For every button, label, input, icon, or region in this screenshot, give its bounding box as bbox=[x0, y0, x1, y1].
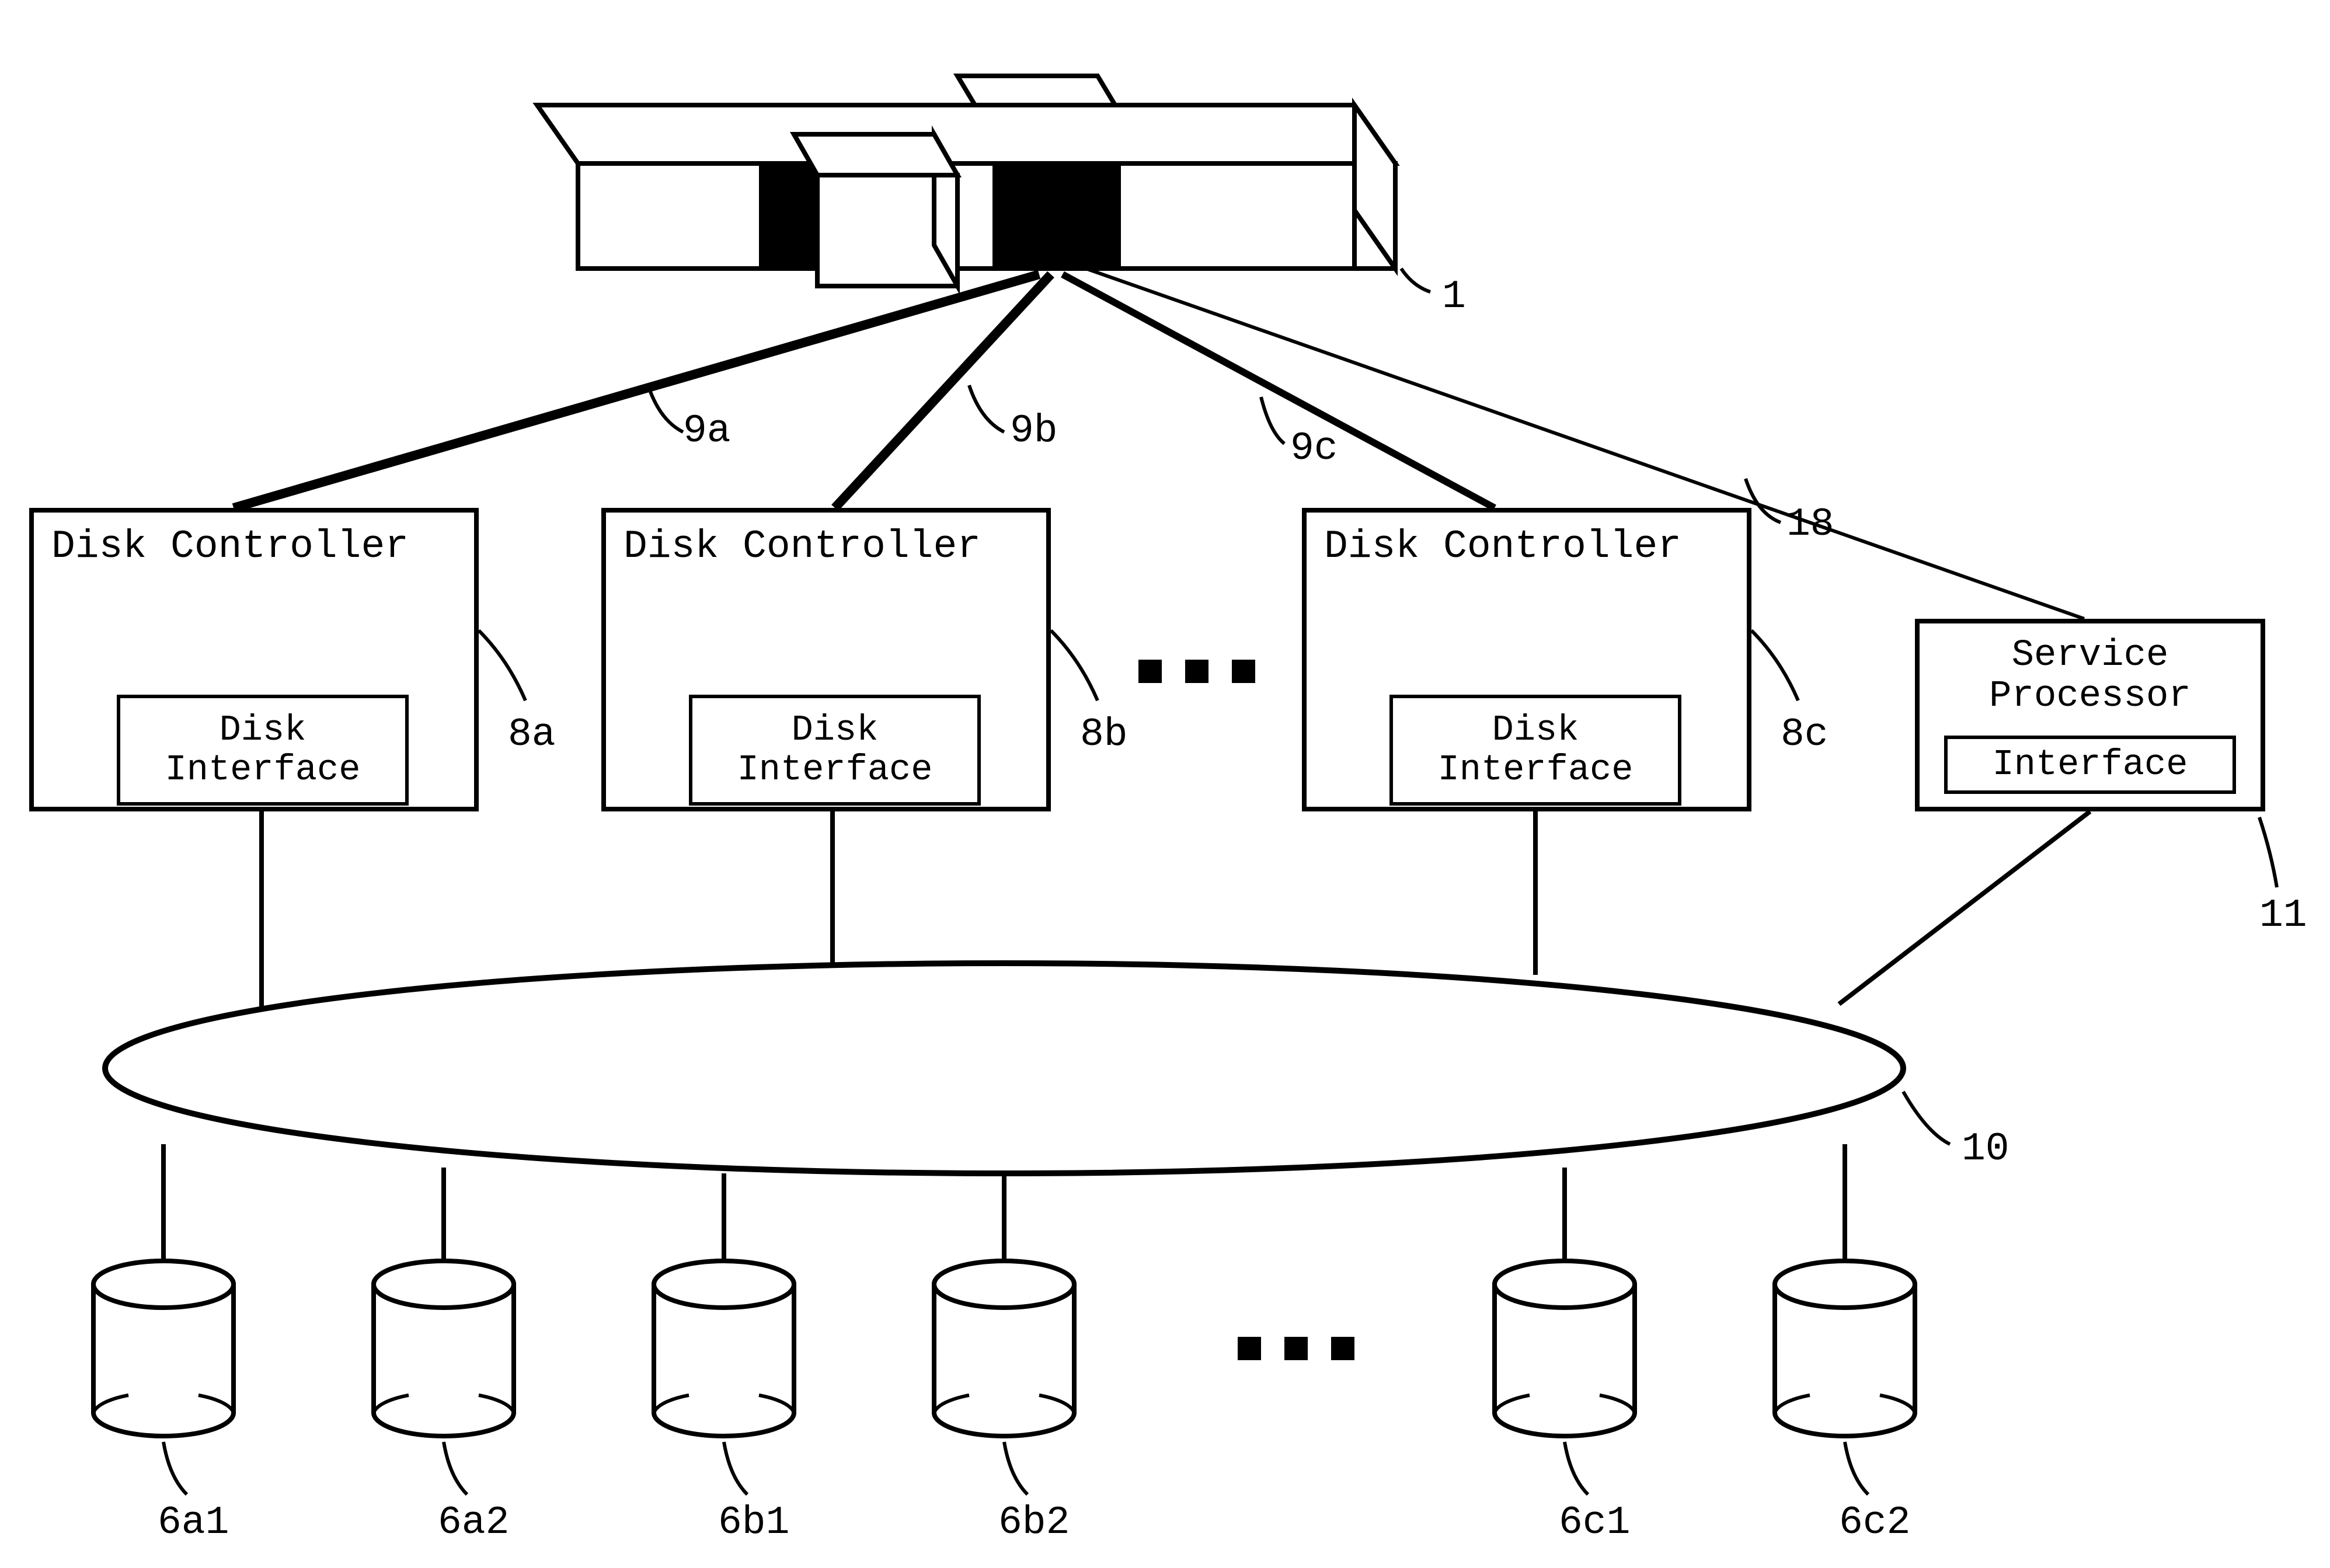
ref-6b2: 6b2 bbox=[998, 1500, 1070, 1545]
link-9a bbox=[234, 274, 1039, 508]
ref-6c2: 6c2 bbox=[1839, 1500, 1910, 1545]
controller-title: Disk Controller bbox=[46, 524, 462, 569]
ref-18: 18 bbox=[1786, 502, 1834, 547]
ref-6a2: 6a2 bbox=[438, 1500, 509, 1545]
ellipsis-disks bbox=[1238, 1337, 1354, 1360]
disk-6b2 bbox=[934, 1261, 1074, 1436]
bus-ellipse bbox=[105, 963, 1903, 1173]
ref-8b: 8b bbox=[1080, 712, 1128, 757]
ellipsis-controllers bbox=[1138, 660, 1255, 683]
ref-6c1: 6c1 bbox=[1559, 1500, 1630, 1545]
sp-interface-label: Interface bbox=[1993, 745, 2188, 785]
disk-6c1 bbox=[1495, 1261, 1635, 1436]
ref-9c: 9c bbox=[1290, 426, 1338, 471]
disk-6a1 bbox=[93, 1261, 234, 1436]
disk-interface-8c: DiskInterface bbox=[1389, 695, 1681, 806]
ref-6b1: 6b1 bbox=[718, 1500, 789, 1545]
ref-host: 1 bbox=[1442, 274, 1466, 319]
ref-9a: 9a bbox=[683, 409, 731, 454]
host-device bbox=[537, 76, 1395, 286]
disk-6c2 bbox=[1775, 1261, 1915, 1436]
ref-8a: 8a bbox=[508, 712, 556, 757]
sp-interface: Interface bbox=[1944, 736, 2236, 794]
link-9b bbox=[835, 274, 1051, 508]
controller-title: Disk Controller bbox=[1318, 524, 1735, 569]
interface-label: DiskInterface bbox=[737, 710, 933, 790]
disk-interface-8b: DiskInterface bbox=[689, 695, 981, 806]
disk-6b1 bbox=[654, 1261, 794, 1436]
controller-title: Disk Controller bbox=[618, 524, 1035, 569]
sp-title: ServiceProcessor bbox=[1989, 635, 2191, 717]
system-architecture-diagram: Disk Controller DiskInterface Disk Contr… bbox=[0, 0, 2330, 1568]
ref-6a1: 6a1 bbox=[158, 1500, 229, 1545]
disk-interface-8a: DiskInterface bbox=[117, 695, 409, 806]
ref-9b: 9b bbox=[1010, 409, 1058, 454]
ref-10: 10 bbox=[1962, 1127, 2009, 1172]
interface-label: DiskInterface bbox=[1438, 710, 1634, 790]
disk-6a2 bbox=[374, 1261, 514, 1436]
ref-11: 11 bbox=[2259, 893, 2307, 938]
interface-label: DiskInterface bbox=[165, 710, 361, 790]
ref-8c: 8c bbox=[1781, 712, 1829, 757]
link-9c bbox=[1063, 274, 1495, 508]
